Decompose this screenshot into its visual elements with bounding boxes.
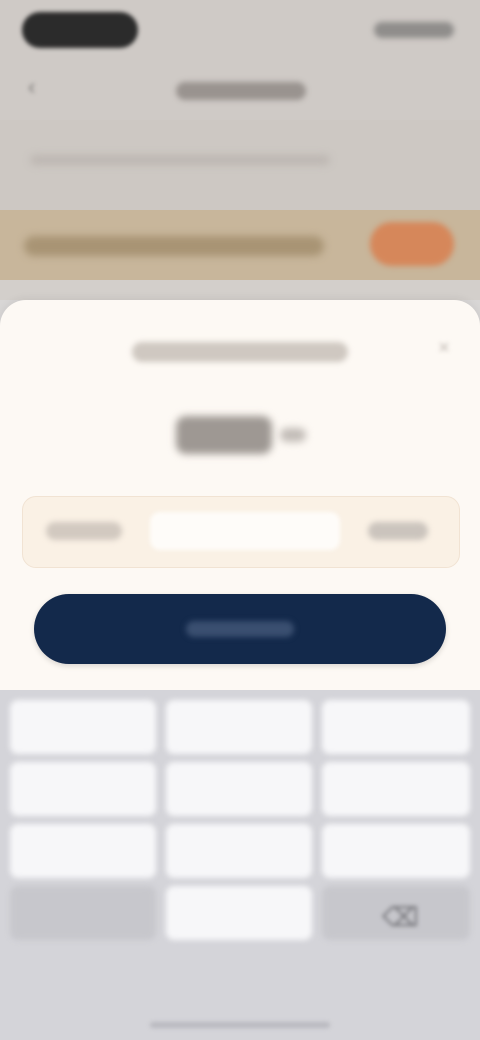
back-arrow-icon[interactable]: ‹ xyxy=(28,76,44,98)
amount-cursor xyxy=(280,428,306,442)
home-indicator[interactable] xyxy=(150,1022,330,1028)
sheet-gap xyxy=(0,280,480,300)
amount-display xyxy=(176,416,272,454)
field-label xyxy=(46,522,122,540)
close-icon[interactable]: × xyxy=(434,338,454,358)
key-6[interactable]: 6 xyxy=(322,762,470,816)
status-icons xyxy=(374,22,454,38)
nav-title xyxy=(176,82,306,100)
key-9[interactable]: 9 xyxy=(322,824,470,878)
background-content xyxy=(0,120,480,210)
promo-text xyxy=(24,236,324,256)
key-4[interactable]: 4 xyxy=(10,762,156,816)
sheet-title xyxy=(132,342,348,362)
amount-input[interactable] xyxy=(150,512,340,550)
key-0[interactable]: 0 xyxy=(166,886,312,940)
confirm-button-label xyxy=(186,621,294,637)
key-5[interactable]: 5 xyxy=(166,762,312,816)
key-2[interactable]: 2 xyxy=(166,700,312,754)
field-suffix[interactable] xyxy=(368,522,428,540)
key-7[interactable]: 7 xyxy=(10,824,156,878)
key-decimal[interactable]: . xyxy=(10,886,156,940)
background-text-line xyxy=(30,155,330,165)
key-1[interactable]: 1 xyxy=(10,700,156,754)
backspace-icon: ⌫ xyxy=(382,902,419,932)
key-3[interactable]: 3 xyxy=(322,700,470,754)
dynamic-island xyxy=(22,12,138,48)
promo-action-button[interactable] xyxy=(370,222,454,266)
key-8[interactable]: 8 xyxy=(166,824,312,878)
